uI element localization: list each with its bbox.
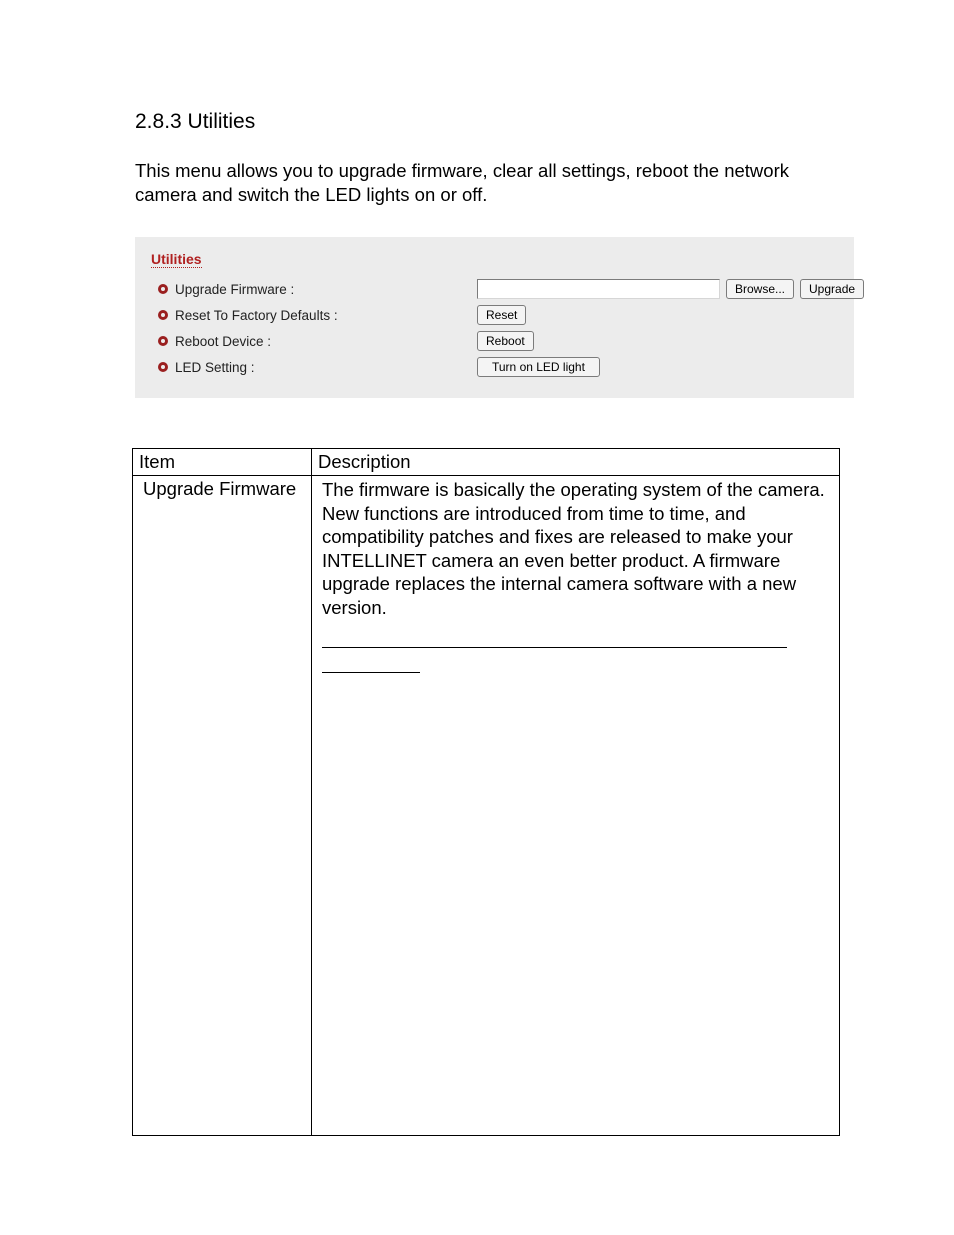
reboot-button[interactable]: Reboot <box>477 331 534 351</box>
row-led-setting: LED Setting : Turn on LED light <box>147 354 842 380</box>
description-table: Item Description Upgrade Firmware The fi… <box>132 448 840 1136</box>
reset-defaults-label: Reset To Factory Defaults : <box>175 308 338 323</box>
panel-title: Utilities <box>151 251 202 268</box>
led-setting-label: LED Setting : <box>175 360 255 375</box>
table-row: Upgrade Firmware The firmware is basical… <box>133 476 840 1136</box>
upgrade-firmware-label: Upgrade Firmware : <box>175 282 294 297</box>
table-head-description: Description <box>312 449 840 476</box>
upgrade-firmware-description: The firmware is basically the operating … <box>322 478 833 619</box>
row-reboot-device: Reboot Device : Reboot <box>147 328 842 354</box>
browse-button[interactable]: Browse... <box>726 279 794 299</box>
reset-button[interactable]: Reset <box>477 305 526 325</box>
table-cell-item: Upgrade Firmware <box>133 476 312 1136</box>
row-upgrade-firmware: Upgrade Firmware : Browse... Upgrade <box>147 276 842 302</box>
gear-icon <box>157 335 169 347</box>
reboot-device-label: Reboot Device : <box>175 334 271 349</box>
utilities-panel: Utilities Upgrade Firmware : Browse... U… <box>135 237 854 398</box>
upgrade-button[interactable]: Upgrade <box>800 279 864 299</box>
gear-icon <box>157 309 169 321</box>
firmware-file-input[interactable] <box>477 279 720 299</box>
redacted-text-block <box>322 647 833 673</box>
table-head-item: Item <box>133 449 312 476</box>
section-intro: This menu allows you to upgrade firmware… <box>135 159 835 207</box>
gear-icon <box>157 361 169 373</box>
gear-icon <box>157 283 169 295</box>
table-cell-description: The firmware is basically the operating … <box>312 476 840 1136</box>
led-toggle-button[interactable]: Turn on LED light <box>477 357 600 377</box>
redacted-line <box>322 647 787 648</box>
section-title: 2.8.3 Utilities <box>135 110 854 134</box>
row-reset-defaults: Reset To Factory Defaults : Reset <box>147 302 842 328</box>
